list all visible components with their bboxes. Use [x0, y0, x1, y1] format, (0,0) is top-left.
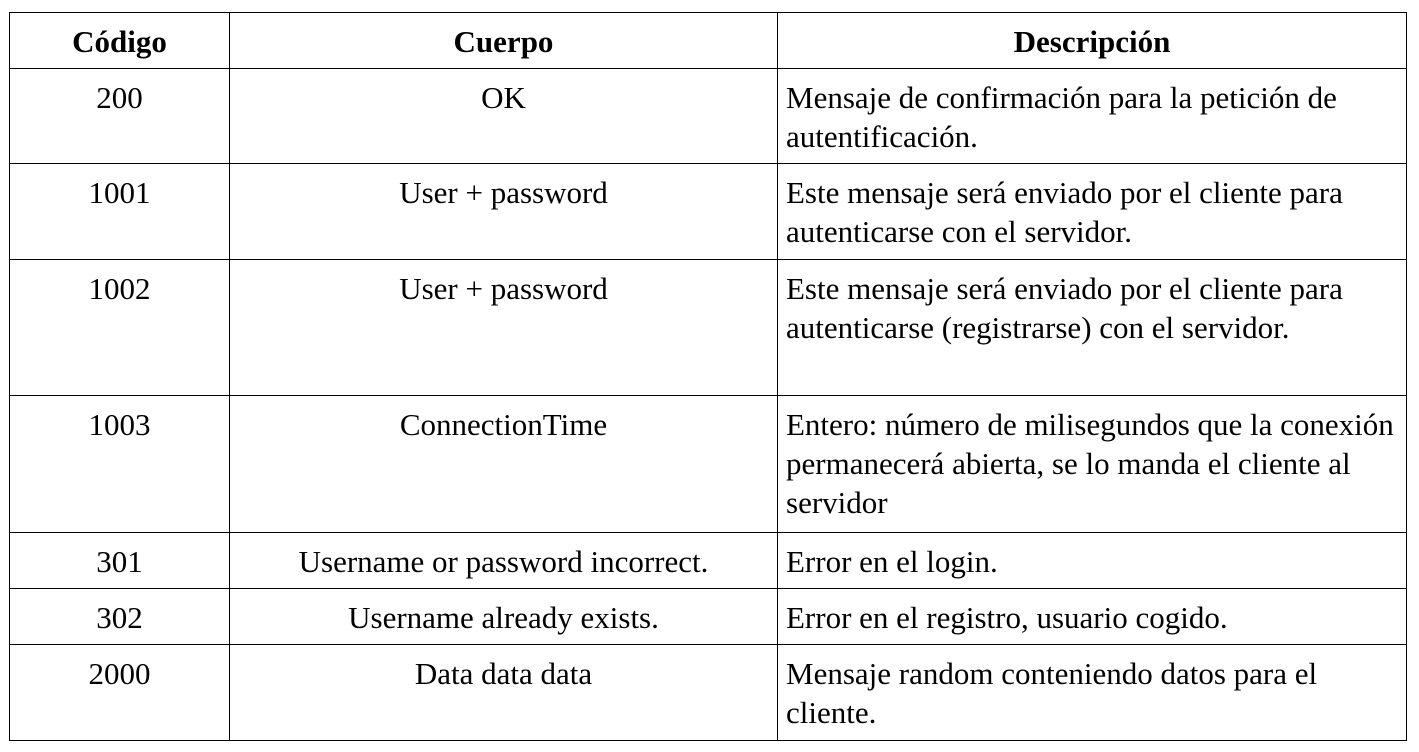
body-cell: Data data data — [229, 644, 778, 741]
body-cell: OK — [229, 68, 778, 164]
description-cell: Mensaje de confirmación para la petición… — [777, 68, 1407, 164]
code-cell: 301 — [9, 532, 230, 589]
message-codes-table: Código Cuerpo Descripción 200 OK Mensaje… — [9, 12, 1407, 741]
description-cell: Error en el registro, usuario cogido. — [777, 588, 1407, 645]
table-row: 1003 ConnectionTime Entero: número de mi… — [9, 395, 1407, 533]
header-code: Código — [9, 12, 230, 69]
body-cell: Username already exists. — [229, 588, 778, 645]
code-cell: 1001 — [9, 163, 230, 260]
header-body: Cuerpo — [229, 12, 778, 69]
body-cell: ConnectionTime — [229, 395, 778, 533]
code-cell: 302 — [9, 588, 230, 645]
description-cell: Mensaje random conteniendo datos para el… — [777, 644, 1407, 741]
body-cell: User + password — [229, 259, 778, 396]
description-cell: Error en el login. — [777, 532, 1407, 589]
header-description: Descripción — [777, 12, 1407, 69]
table-row: 302 Username already exists. Error en el… — [9, 588, 1407, 645]
table-row: 301 Username or password incorrect. Erro… — [9, 532, 1407, 589]
table-row: 2000 Data data data Mensaje random conte… — [9, 644, 1407, 741]
body-cell: User + password — [229, 163, 778, 260]
body-cell: Username or password incorrect. — [229, 532, 778, 589]
code-cell: 1002 — [9, 259, 230, 396]
table-row: 200 OK Mensaje de confirmación para la p… — [9, 68, 1407, 164]
table-row: 1001 User + password Este mensaje será e… — [9, 163, 1407, 260]
description-cell: Este mensaje será enviado por el cliente… — [777, 259, 1407, 396]
description-cell: Entero: número de milisegundos que la co… — [777, 395, 1407, 533]
code-cell: 2000 — [9, 644, 230, 741]
code-cell: 200 — [9, 68, 230, 164]
table-row: 1002 User + password Este mensaje será e… — [9, 259, 1407, 396]
description-cell: Este mensaje será enviado por el cliente… — [777, 163, 1407, 260]
code-cell: 1003 — [9, 395, 230, 533]
header-row: Código Cuerpo Descripción — [9, 12, 1407, 69]
